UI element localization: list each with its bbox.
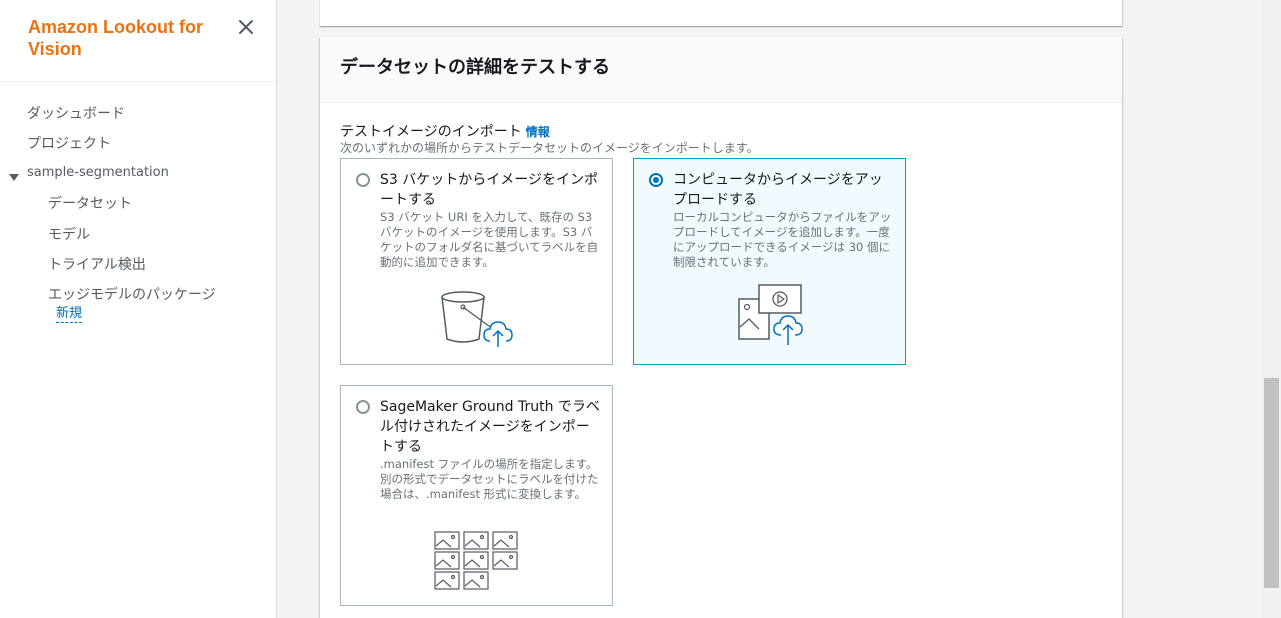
option-tile-computer[interactable]: コンピュータからイメージをアップロードする ローカルコンピュータからファイルをア… — [633, 158, 906, 365]
option-description: S3 バケット URI を入力して、既存の S3 バケットのイメージを使用します… — [380, 210, 599, 269]
card-header: データセットの詳細をテストする — [320, 37, 1122, 103]
sidebar-item-datasets[interactable]: データセット — [48, 193, 132, 213]
section-title: データセットの詳細をテストする — [340, 57, 610, 78]
option-title: コンピュータからイメージをアップロードする — [673, 172, 883, 208]
image-grid-icon — [434, 530, 520, 596]
new-badge[interactable]: 新規 — [56, 306, 83, 323]
radio-s3[interactable] — [356, 173, 370, 187]
side-navigation: Amazon Lookout for Vision ダッシュボード プロジェクト… — [0, 0, 277, 618]
sidebar-item-models[interactable]: モデル — [48, 224, 90, 244]
caret-down-icon[interactable] — [9, 168, 19, 181]
field-label: テストイメージのインポート 情報 — [340, 121, 550, 141]
field-label-text: テストイメージのインポート — [340, 124, 522, 140]
sidebar-header: Amazon Lookout for Vision — [0, 0, 276, 82]
scrollbar-thumb[interactable] — [1264, 378, 1279, 588]
option-title: SageMaker Ground Truth でラベル付けされたイメージをインポ… — [380, 399, 600, 455]
sidebar-item-trial-detection[interactable]: トライアル検出 — [48, 254, 146, 274]
field-description: 次のいずれかの場所からテストデータセットのイメージをインポートします。 — [340, 141, 759, 155]
sidebar-item-project-name[interactable]: sample-segmentation — [27, 165, 169, 180]
option-title: S3 バケットからイメージをインポートする — [380, 172, 598, 208]
option-description: .manifest ファイルの場所を指定します。別の形式でデータセットにラベルを… — [380, 457, 599, 501]
previous-card — [320, 0, 1122, 26]
main-content: データセットの詳細をテストする テストイメージのインポート 情報 次のいずれかの場… — [277, 0, 1262, 618]
option-description: ローカルコンピュータからファイルをアップロードしてイメージを追加します。一度にア… — [673, 210, 892, 269]
page-scrollbar[interactable] — [1262, 0, 1281, 618]
radio-sagemaker[interactable] — [356, 400, 370, 414]
close-icon[interactable] — [234, 15, 258, 39]
s3-bucket-upload-icon — [438, 289, 518, 353]
computer-upload-icon — [737, 283, 807, 353]
radio-computer[interactable] — [649, 173, 663, 187]
app-title[interactable]: Amazon Lookout for Vision — [28, 16, 228, 60]
sidebar-item-edge-packages[interactable]: エッジモデルのパッケージ — [48, 284, 216, 304]
sidebar-item-dashboard[interactable]: ダッシュボード — [27, 103, 125, 123]
option-tile-s3[interactable]: S3 バケットからイメージをインポートする S3 バケット URI を入力して、… — [340, 158, 613, 365]
test-dataset-card: データセットの詳細をテストする テストイメージのインポート 情報 次のいずれかの場… — [320, 37, 1122, 618]
info-link[interactable]: 情報 — [526, 125, 550, 139]
sidebar-item-projects[interactable]: プロジェクト — [27, 133, 111, 153]
option-tile-sagemaker[interactable]: SageMaker Ground Truth でラベル付けされたイメージをインポ… — [340, 385, 613, 606]
